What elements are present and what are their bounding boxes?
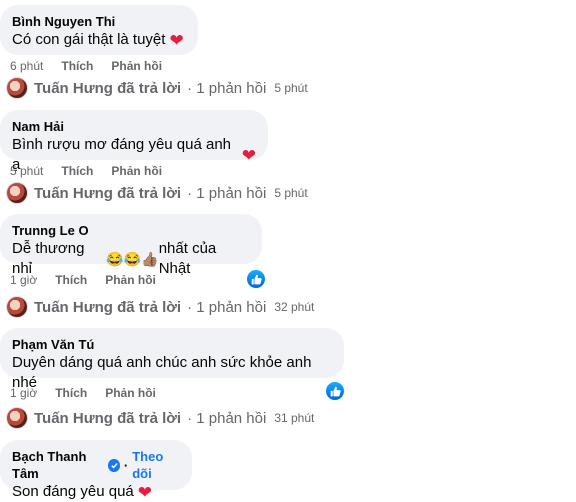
comment-author-name[interactable]: Bạch Thanh Tâm xyxy=(12,448,104,482)
comment-actions: 5 phút Thích Phản hồi xyxy=(10,164,162,178)
verified-badge-icon xyxy=(108,458,120,472)
laughing-emoji-icon: 😂 xyxy=(106,251,124,267)
comment-time[interactable]: 6 phút xyxy=(10,59,43,73)
like-button[interactable]: Thích xyxy=(61,59,93,73)
thumbs-up-icon xyxy=(330,386,341,396)
follow-separator: · xyxy=(123,457,129,473)
reply-summary[interactable]: Tuấn Hưng đã trả lời · 1 phản hồi 5 phút xyxy=(6,77,308,99)
comment-bubble: Phạm Văn Tú Duyên dáng quá anh chúc anh … xyxy=(0,328,344,391)
like-button[interactable]: Thích xyxy=(61,164,93,178)
reply-button[interactable]: Phản hồi xyxy=(105,386,156,400)
avatar xyxy=(6,407,28,429)
comment-bubble: Trunng Le O Dễ thương nhỉ 😂 😂 👍🏽 nhất củ… xyxy=(0,214,262,277)
heart-icon: ❤ xyxy=(137,482,153,502)
reply-summary[interactable]: Tuấn Hưng đã trả lời · 1 phản hồi 31 phú… xyxy=(6,407,314,429)
reply-button[interactable]: Phản hồi xyxy=(105,273,156,287)
reply-count: · 1 phản hồi xyxy=(187,409,267,427)
reply-button[interactable]: Phản hồi xyxy=(111,59,162,73)
reply-author: Tuấn Hưng đã trả lời xyxy=(34,184,182,202)
comment-text-body: Có con gái thật là tuyệt xyxy=(12,31,166,48)
comment-author[interactable]: Nam Hải xyxy=(12,118,256,135)
reply-author: Tuấn Hưng đã trả lời xyxy=(34,409,182,427)
like-reaction-badge[interactable] xyxy=(245,268,267,290)
comment-text-body: nhất của Nhật xyxy=(158,240,217,277)
comment-bubble: Bình Nguyen Thi Có con gái thật là tuyệt… xyxy=(0,5,198,55)
reply-time: 31 phút xyxy=(274,411,315,425)
comment-actions: 1 giờ Thích Phản hồi xyxy=(10,273,156,287)
avatar xyxy=(6,296,28,318)
comment-time[interactable]: 5 phút xyxy=(10,164,43,178)
reply-summary[interactable]: Tuấn Hưng đã trả lời · 1 phản hồi 32 phú… xyxy=(6,296,314,318)
reply-count: · 1 phản hồi xyxy=(187,298,267,316)
comment-author[interactable]: Trunng Le O xyxy=(12,222,250,239)
reply-time: 5 phút xyxy=(274,81,308,95)
comment-bubble: Bạch Thanh Tâm · Theo dõi Son đáng yêu q… xyxy=(0,440,192,501)
comment-author[interactable]: Bình Nguyen Thi xyxy=(12,13,186,30)
avatar xyxy=(6,182,28,204)
comment-time[interactable]: 1 giờ xyxy=(10,386,37,400)
reply-author: Tuấn Hưng đã trả lời xyxy=(34,79,182,97)
thumbs-up-emoji-icon: 👍🏽 xyxy=(141,251,159,267)
comment-author[interactable]: Phạm Văn Tú xyxy=(12,336,332,353)
thumbs-up-icon xyxy=(251,274,262,284)
reply-summary[interactable]: Tuấn Hưng đã trả lời · 1 phản hồi 5 phút xyxy=(6,182,308,204)
comment-time[interactable]: 1 giờ xyxy=(10,273,37,287)
avatar xyxy=(6,77,28,99)
laughing-emoji-icon: 😂 xyxy=(123,251,142,267)
comment-text: Có con gái thật là tuyệt ❤ xyxy=(12,30,186,50)
heart-icon: ❤ xyxy=(169,30,184,50)
reply-count: · 1 phản hồi xyxy=(187,184,267,202)
reply-time: 5 phút xyxy=(274,186,308,200)
comment-text-body: Son đáng yêu quá xyxy=(12,483,134,500)
heart-icon: ❤ xyxy=(241,145,256,165)
comment-bubble: Nam Hải Bình rượu mơ đáng yêu quá anh ạ … xyxy=(0,110,268,173)
like-button[interactable]: Thích xyxy=(55,386,87,400)
like-button[interactable]: Thích xyxy=(55,273,87,287)
reply-button[interactable]: Phản hồi xyxy=(111,164,162,178)
like-reaction-badge[interactable] xyxy=(324,380,346,402)
comment-text: Son đáng yêu quá ❤ xyxy=(12,482,180,502)
comment-actions: 1 giờ Thích Phản hồi xyxy=(10,386,156,400)
comment-actions: 6 phút Thích Phản hồi xyxy=(10,59,162,73)
comment-author: Bạch Thanh Tâm · Theo dõi xyxy=(12,448,180,482)
reply-count: · 1 phản hồi xyxy=(187,79,267,97)
reply-time: 32 phút xyxy=(274,300,315,314)
reply-author: Tuấn Hưng đã trả lời xyxy=(34,298,182,316)
follow-button[interactable]: Theo dõi xyxy=(132,448,180,482)
